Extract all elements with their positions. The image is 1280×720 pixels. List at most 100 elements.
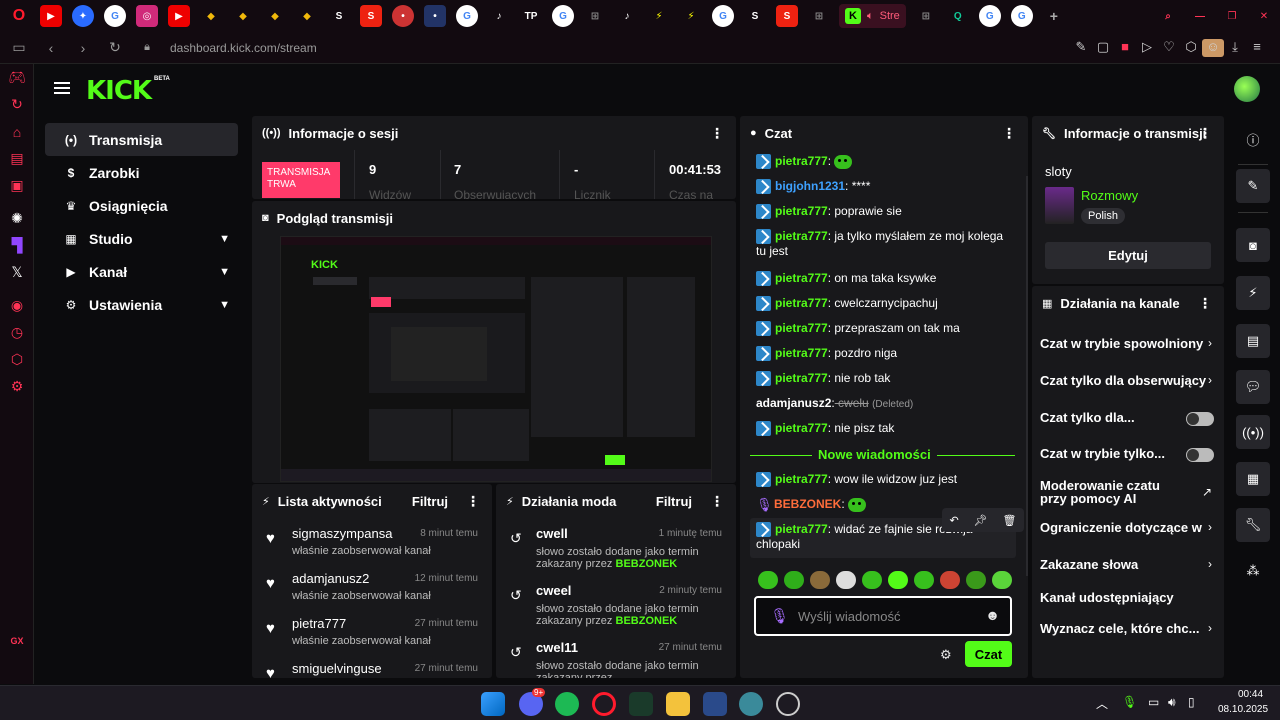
binance-tab-icon[interactable]: ◆ (296, 5, 318, 27)
chat-username[interactable]: pietra777 (775, 204, 828, 218)
kick-logo[interactable]: KICK (86, 76, 152, 106)
clock-time[interactable]: 00:44 (1238, 689, 1263, 700)
chat-username[interactable]: adamjanusz2 (756, 396, 831, 410)
rocket-league-icon[interactable] (703, 692, 727, 716)
toggle-switch[interactable] (1186, 448, 1214, 462)
grid-tab-icon[interactable]: ⊞ (808, 5, 830, 27)
youtube-tab-icon[interactable]: ▶ (168, 5, 190, 27)
category-name[interactable]: Rozmowy (1081, 188, 1138, 203)
emote-icon[interactable] (940, 571, 960, 589)
volume-icon[interactable]: 🔊︎ (1168, 695, 1176, 710)
emote-icon[interactable] (836, 571, 856, 589)
trash-icon[interactable]: 🗑︎ (1003, 514, 1017, 527)
more-options-icon[interactable]: ⋮ (466, 493, 480, 510)
google-tab-icon[interactable]: G (104, 5, 126, 27)
restore-icon[interactable]: ❐ (1221, 5, 1243, 27)
undo-icon[interactable]: ↺ (510, 644, 522, 661)
sidebar-toggle-icon[interactable]: ▭ (8, 37, 30, 59)
nav-item-ustawienia[interactable]: ⚙ Ustawienia ▼ (45, 288, 238, 321)
edit-stream-button[interactable]: Edytuj (1045, 242, 1211, 269)
refresh-icon[interactable]: ↻ (0, 91, 34, 118)
gamepad-icon[interactable]: 🎮︎ (0, 64, 34, 91)
url-field[interactable]: dashboard.kick.com/stream (170, 41, 317, 55)
grid-tab-icon[interactable]: ⊞ (584, 5, 606, 27)
reload-icon[interactable]: ↻ (104, 37, 126, 59)
more-options-icon[interactable]: ⋮ (710, 493, 724, 510)
profile-icon[interactable]: ☺ (1202, 38, 1224, 57)
send-chat-button[interactable]: Czat (965, 641, 1012, 667)
emote-icon[interactable] (784, 571, 804, 589)
bolt-icon[interactable]: ⚡ (1236, 276, 1270, 310)
speaker-icon[interactable]: 🔈︎ (867, 10, 874, 23)
superbet-tab-icon[interactable]: S (360, 5, 382, 27)
nav-item-osiagniecia[interactable]: ♛ Osiągnięcia (45, 189, 238, 222)
chat-username[interactable]: pietra777 (775, 472, 828, 486)
tiktok-tab-icon[interactable]: ♪ (488, 5, 510, 27)
broadcast-icon[interactable]: ((•)) (1236, 415, 1270, 449)
x-icon[interactable]: 𝕏 (0, 259, 34, 286)
twitch-icon[interactable]: ▤ (0, 145, 34, 172)
chatgpt-icon[interactable]: ✺ (0, 205, 34, 232)
lock-icon[interactable]: 🔒︎ (136, 37, 158, 59)
shield-icon[interactable]: ■ (1114, 39, 1136, 57)
more-options-icon[interactable]: ⋮ (1198, 295, 1212, 312)
grid-tab-icon[interactable]: ⊞ (915, 5, 937, 27)
file-explorer-icon[interactable] (666, 692, 690, 716)
google-tab-icon[interactable]: G (456, 5, 478, 27)
pin-icon[interactable]: 📌︎ (974, 514, 988, 527)
filter-button[interactable]: Filtruj (656, 494, 692, 509)
tiktok-tab-icon[interactable]: ♪ (616, 5, 638, 27)
forward-icon[interactable]: › (72, 37, 94, 59)
close-icon[interactable]: ✕ (1253, 5, 1275, 27)
chat-username[interactable]: pietra777 (775, 421, 828, 435)
app-icon[interactable] (629, 692, 653, 716)
pin-icon[interactable]: ✎ (1070, 39, 1092, 57)
news-icon[interactable]: ▣ (0, 172, 34, 199)
apps-icon[interactable]: ⁂ (1236, 554, 1270, 588)
heart-icon[interactable]: ♡ (1158, 39, 1180, 57)
filter-button[interactable]: Filtruj (412, 494, 448, 509)
google-tab-icon[interactable]: G (1010, 5, 1033, 27)
network-icon[interactable]: ▭ (1148, 695, 1159, 709)
new-tab-icon[interactable]: + (1043, 5, 1065, 27)
battery-icon[interactable]: ▯ (1188, 695, 1195, 709)
settings-icon[interactable]: ⚙ (0, 373, 34, 400)
emote-icon[interactable] (862, 571, 882, 589)
emote-icon[interactable] (810, 571, 830, 589)
spotify-icon[interactable] (555, 692, 579, 716)
opera-logo-icon[interactable]: O (8, 5, 30, 27)
stake-tab-icon[interactable]: S (328, 5, 350, 27)
emote-icon[interactable] (914, 571, 934, 589)
chevron-down-icon[interactable]: ▼ (219, 233, 230, 245)
chat-bubble-icon[interactable]: 💬︎ (1236, 370, 1270, 404)
nav-item-kanal[interactable]: ▶ Kanał ▼ (45, 255, 238, 288)
back-icon[interactable]: ‹ (40, 37, 62, 59)
bolt-tab-icon[interactable]: ⚡ (680, 5, 702, 27)
mic-tray-icon[interactable]: 🎙︎ (1122, 695, 1137, 709)
extensions-icon[interactable]: ⬡ (1180, 39, 1202, 57)
action-banned-words[interactable]: Zakazane słowa › (1032, 557, 1224, 577)
emote-icon[interactable] (758, 571, 778, 589)
emoji-picker-icon[interactable]: ☻ (985, 607, 1000, 623)
google-tab-icon[interactable]: G (978, 5, 1001, 27)
chat-input[interactable]: 🎙︎ Wyślij wiadomość ☻ (754, 596, 1012, 636)
tray-chevron-icon[interactable]: ︿ (1096, 695, 1108, 712)
emote-icon[interactable] (992, 571, 1012, 589)
home-icon[interactable]: ⌂ (0, 118, 34, 145)
stream-preview-video[interactable]: KICK (280, 236, 712, 482)
tab-icon[interactable]: TP (520, 5, 542, 27)
chat-username[interactable]: pietra777 (775, 522, 828, 536)
wrench-icon[interactable]: 🔧︎ (1236, 508, 1270, 542)
nav-item-transmisja[interactable]: (•) Transmisja (45, 123, 238, 156)
twitch-icon[interactable]: ▜ (0, 232, 34, 259)
chat-username[interactable]: pietra777 (775, 154, 828, 168)
chat-scrollbar[interactable] (1026, 176, 1028, 576)
bolt-tab-icon[interactable]: ⚡ (648, 5, 670, 27)
action-followers-only[interactable]: Czat tylko dla obserwujący › (1032, 373, 1224, 393)
nav-item-studio[interactable]: ▦ Studio ▼ (45, 222, 238, 255)
action-ai-moderation[interactable]: Moderowanie czatu przy pomocy AI ↗ (1032, 479, 1224, 509)
emote-icon[interactable] (966, 571, 986, 589)
action-account-restrictions[interactable]: Ograniczenie dotyczące w › (1032, 520, 1224, 540)
chat-username[interactable]: pietra777 (775, 371, 828, 385)
chat-username[interactable]: pietra777 (775, 271, 828, 285)
